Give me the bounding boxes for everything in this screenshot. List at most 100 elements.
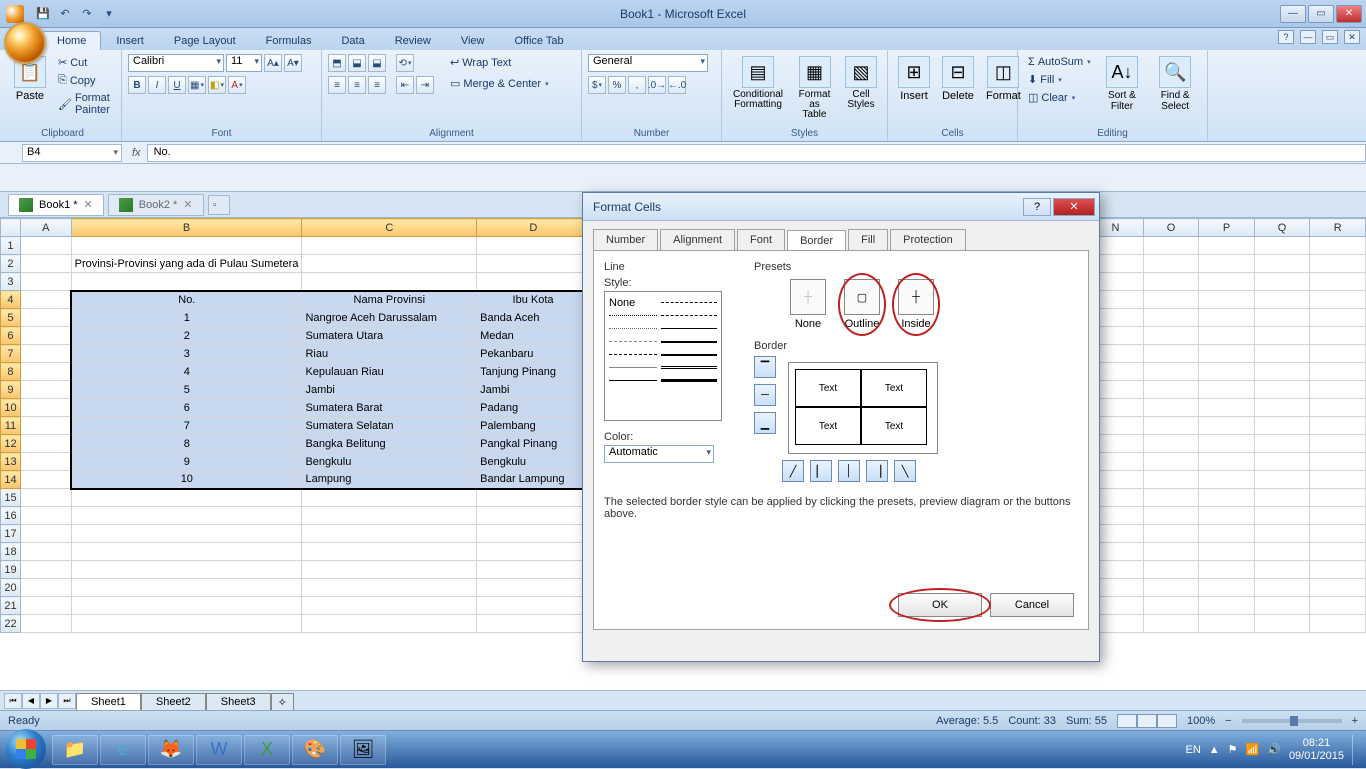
- dialog-tab-alignment[interactable]: Alignment: [660, 229, 735, 250]
- qat-more-icon[interactable]: ▾: [100, 5, 118, 23]
- zoom-in-button[interactable]: +: [1352, 715, 1358, 727]
- taskbar-ie[interactable]: e: [100, 735, 146, 765]
- ok-button[interactable]: OK: [898, 593, 982, 617]
- percent-button[interactable]: %: [608, 76, 626, 94]
- cell-styles-button[interactable]: ▧Cell Styles: [841, 54, 881, 112]
- dialog-tab-font[interactable]: Font: [737, 229, 785, 250]
- border-diag-up-button[interactable]: ╱: [782, 460, 804, 482]
- new-workbook-tab[interactable]: ▫: [208, 195, 230, 215]
- border-color-select[interactable]: Automatic: [604, 445, 714, 463]
- copy-button[interactable]: ⎘Copy: [54, 72, 115, 89]
- underline-button[interactable]: U: [168, 76, 186, 94]
- tab-data[interactable]: Data: [326, 31, 379, 50]
- cancel-button[interactable]: Cancel: [990, 593, 1074, 617]
- preset-none[interactable]: ┼None: [790, 279, 826, 330]
- tray-flag-icon[interactable]: ⚑: [1228, 743, 1238, 756]
- tray-volume-icon[interactable]: 🔊: [1267, 743, 1281, 756]
- increase-decimal-button[interactable]: .0→: [648, 76, 666, 94]
- italic-button[interactable]: I: [148, 76, 166, 94]
- bold-button[interactable]: B: [128, 76, 146, 94]
- tab-formulas[interactable]: Formulas: [251, 31, 327, 50]
- qat-undo-icon[interactable]: ↶: [56, 5, 74, 23]
- fill-color-button[interactable]: ◧: [208, 76, 226, 94]
- taskbar-paint[interactable]: 🎨: [292, 735, 338, 765]
- shrink-font-button[interactable]: A▾: [284, 54, 302, 72]
- wrap-text-button[interactable]: ↩Wrap Text: [446, 54, 553, 71]
- qat-redo-icon[interactable]: ↷: [78, 5, 96, 23]
- sheet-nav-first[interactable]: ⏮: [4, 693, 22, 709]
- fx-icon[interactable]: fx: [126, 147, 147, 159]
- maximize-button[interactable]: ▭: [1308, 5, 1334, 23]
- border-top-button[interactable]: ▔: [754, 356, 776, 378]
- sort-filter-button[interactable]: A↓Sort & Filter: [1099, 54, 1146, 114]
- border-preview[interactable]: Text Text Text Text: [788, 362, 938, 454]
- dialog-tab-protection[interactable]: Protection: [890, 229, 966, 250]
- font-color-button[interactable]: A: [228, 76, 246, 94]
- sheet-tab-3[interactable]: Sheet3: [206, 693, 271, 710]
- conditional-formatting-button[interactable]: ▤Conditional Formatting: [728, 54, 788, 112]
- dialog-help-button[interactable]: ?: [1023, 198, 1051, 216]
- fill-button[interactable]: ⬇Fill: [1024, 71, 1095, 88]
- autosum-button[interactable]: ΣAutoSum: [1024, 54, 1095, 70]
- border-bottom-button[interactable]: ▁: [754, 412, 776, 434]
- line-style-picker[interactable]: None: [604, 291, 722, 421]
- tray-network-icon[interactable]: 📶: [1246, 743, 1260, 756]
- dialog-tab-fill[interactable]: Fill: [848, 229, 888, 250]
- insert-cells-button[interactable]: ⊞Insert: [894, 54, 934, 104]
- taskbar-word[interactable]: W: [196, 735, 242, 765]
- dialog-tab-number[interactable]: Number: [593, 229, 658, 250]
- cut-button[interactable]: ✂Cut: [54, 54, 115, 71]
- workbook-tab-1[interactable]: Book1 *✕: [8, 194, 104, 216]
- close-icon[interactable]: ✕: [84, 198, 93, 211]
- show-desktop-button[interactable]: [1352, 735, 1360, 765]
- tab-review[interactable]: Review: [380, 31, 446, 50]
- taskbar-explorer[interactable]: 📁: [52, 735, 98, 765]
- taskbar-photos[interactable]: 🖼: [340, 735, 386, 765]
- border-button[interactable]: ▦: [188, 76, 206, 94]
- tray-up-icon[interactable]: ▲: [1209, 744, 1220, 756]
- view-normal-button[interactable]: [1117, 714, 1137, 728]
- grow-font-button[interactable]: A▴: [264, 54, 282, 72]
- sheet-nav-last[interactable]: ⏭: [58, 693, 76, 709]
- align-bottom-button[interactable]: ⬓: [368, 54, 386, 72]
- align-center-button[interactable]: ≡: [348, 76, 366, 94]
- sheet-tab-1[interactable]: Sheet1: [76, 693, 141, 710]
- decrease-decimal-button[interactable]: ←.0: [668, 76, 686, 94]
- tab-office-tab[interactable]: Office Tab: [499, 31, 578, 50]
- border-diag-down-button[interactable]: ╲: [894, 460, 916, 482]
- preset-inside[interactable]: ┼Inside: [898, 279, 934, 330]
- clear-button[interactable]: ◫Clear: [1024, 89, 1095, 106]
- comma-button[interactable]: ,: [628, 76, 646, 94]
- dialog-titlebar[interactable]: Format Cells ? ✕: [583, 193, 1099, 221]
- formula-input[interactable]: No.: [147, 144, 1366, 162]
- border-left-button[interactable]: ▏: [810, 460, 832, 482]
- zoom-level[interactable]: 100%: [1187, 715, 1215, 727]
- format-painter-button[interactable]: 🖌Format Painter: [54, 90, 115, 118]
- tab-page-layout[interactable]: Page Layout: [159, 31, 251, 50]
- indent-increase-button[interactable]: ⇥: [416, 76, 434, 94]
- align-middle-button[interactable]: ⬓: [348, 54, 366, 72]
- indent-decrease-button[interactable]: ⇤: [396, 76, 414, 94]
- tab-insert[interactable]: Insert: [101, 31, 159, 50]
- preset-outline[interactable]: ▢Outline: [844, 279, 880, 330]
- close-icon[interactable]: ✕: [183, 198, 192, 211]
- sheet-nav-next[interactable]: ▶: [40, 693, 58, 709]
- border-vmid-button[interactable]: │: [838, 460, 860, 482]
- qat-save-icon[interactable]: 💾: [34, 5, 52, 23]
- help-icon[interactable]: ?: [1278, 30, 1294, 44]
- tray-lang[interactable]: EN: [1185, 744, 1200, 756]
- sheet-nav-prev[interactable]: ◀: [22, 693, 40, 709]
- new-sheet-tab[interactable]: ✧: [271, 693, 294, 711]
- zoom-out-button[interactable]: −: [1225, 715, 1231, 727]
- orientation-button[interactable]: ⟲: [396, 54, 414, 72]
- ribbon-minimize-icon[interactable]: —: [1300, 30, 1316, 44]
- border-right-button[interactable]: ▕: [866, 460, 888, 482]
- start-button[interactable]: [6, 729, 46, 769]
- font-size-select[interactable]: 11: [226, 54, 262, 72]
- find-select-button[interactable]: 🔍Find & Select: [1149, 54, 1201, 114]
- view-break-button[interactable]: [1157, 714, 1177, 728]
- delete-cells-button[interactable]: ⊟Delete: [938, 54, 978, 104]
- taskbar-firefox[interactable]: 🦊: [148, 735, 194, 765]
- minimize-button[interactable]: —: [1280, 5, 1306, 23]
- border-hmid-button[interactable]: ─: [754, 384, 776, 406]
